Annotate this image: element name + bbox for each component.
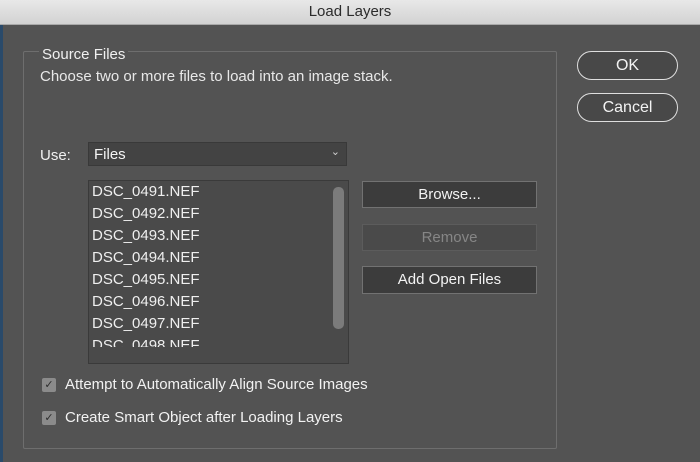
background-window-edge bbox=[0, 24, 3, 462]
list-item[interactable]: DSC_0492.NEF bbox=[92, 205, 200, 222]
checkmark-icon: ✓ bbox=[44, 379, 54, 391]
smart-object-label[interactable]: Create Smart Object after Loading Layers bbox=[65, 409, 343, 426]
align-label[interactable]: Attempt to Automatically Align Source Im… bbox=[65, 376, 368, 393]
scrollbar-thumb[interactable] bbox=[333, 187, 344, 329]
remove-button[interactable]: Remove bbox=[362, 224, 537, 251]
use-select-value: Files bbox=[94, 146, 126, 163]
list-item[interactable]: DSC_0496.NEF bbox=[92, 293, 200, 310]
list-item[interactable]: DSC_0495.NEF bbox=[92, 271, 200, 288]
source-files-title: Source Files bbox=[39, 46, 129, 63]
use-label: Use: bbox=[40, 147, 71, 164]
add-open-files-button[interactable]: Add Open Files bbox=[362, 266, 537, 294]
browse-button[interactable]: Browse... bbox=[362, 181, 537, 208]
cancel-button[interactable]: Cancel bbox=[577, 93, 678, 122]
use-select[interactable]: Files ⌄ bbox=[88, 142, 347, 166]
chevron-down-icon: ⌄ bbox=[330, 146, 340, 158]
file-list[interactable]: DSC_0491.NEF DSC_0492.NEF DSC_0493.NEF D… bbox=[88, 180, 349, 364]
list-item[interactable]: DSC_0493.NEF bbox=[92, 227, 200, 244]
align-checkbox[interactable]: ✓ bbox=[42, 378, 56, 392]
checkmark-icon: ✓ bbox=[44, 412, 54, 424]
smart-object-checkbox[interactable]: ✓ bbox=[42, 411, 56, 425]
load-layers-dialog: Load Layers Source Files Choose two or m… bbox=[0, 0, 700, 462]
ok-button[interactable]: OK bbox=[577, 51, 678, 80]
list-item[interactable]: DSC_0497.NEF bbox=[92, 315, 200, 332]
source-files-description: Choose two or more files to load into an… bbox=[40, 68, 393, 85]
list-item[interactable]: DSC_0491.NEF bbox=[92, 183, 200, 200]
list-item[interactable]: DSC_0498.NEF bbox=[92, 337, 200, 347]
window-title: Load Layers bbox=[0, 0, 700, 25]
list-item[interactable]: DSC_0494.NEF bbox=[92, 249, 200, 266]
